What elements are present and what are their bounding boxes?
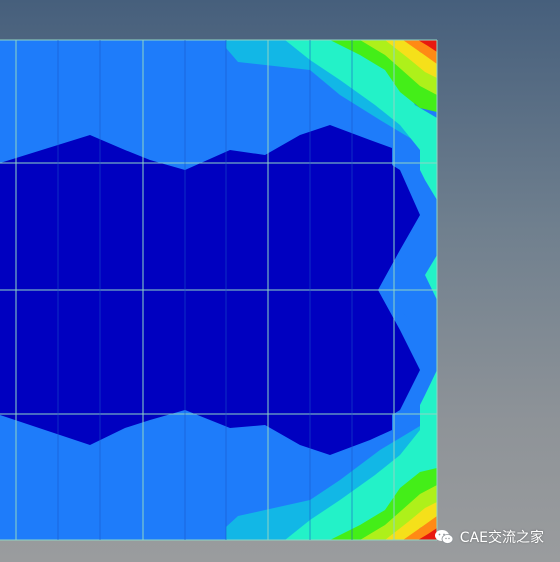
- wechat-icon: [434, 530, 454, 544]
- contour-plot: [0, 39, 438, 541]
- watermark-text: CAE交流之家: [459, 530, 544, 546]
- watermark: CAE交流之家: [434, 527, 544, 547]
- viewport-background: CAE交流之家: [0, 0, 560, 562]
